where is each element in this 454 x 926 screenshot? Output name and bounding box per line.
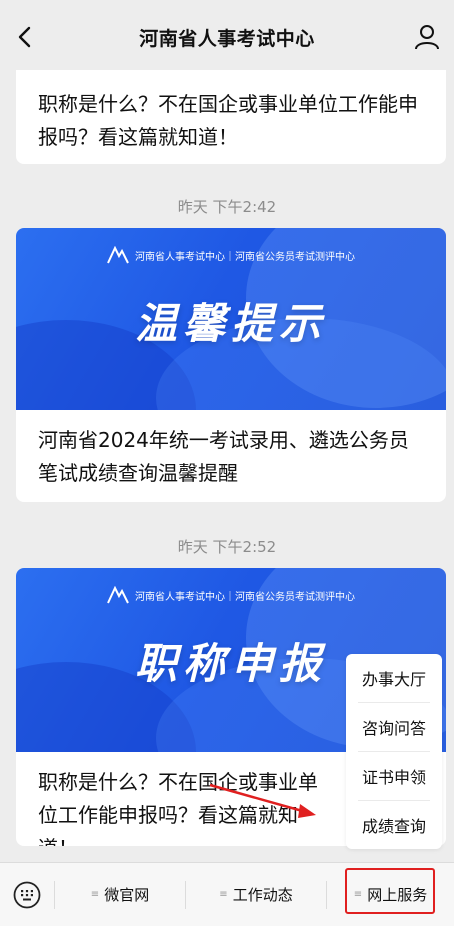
annotation-arrow (209, 783, 316, 818)
annotation-highlight-box (345, 868, 435, 914)
